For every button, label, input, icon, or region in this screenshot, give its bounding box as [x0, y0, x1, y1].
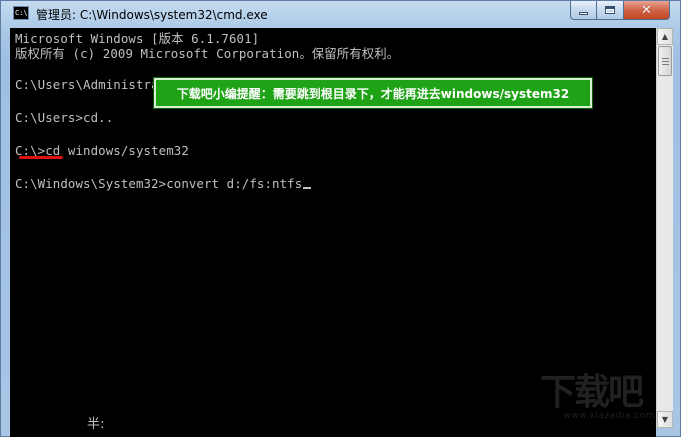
console-line: 版权所有 (c) 2009 Microsoft Corporation。保留所有… [15, 46, 400, 61]
window-title: 管理员: C:\Windows\system32\cmd.exe [36, 8, 268, 22]
tip-callout: 下载吧小编提醒：需要跳到根目录下，才能再进去windows/system32 [154, 78, 592, 108]
cmd-window: C:\ 管理员: C:\Windows\system32\cmd.exe ✕ M… [0, 0, 681, 437]
console-line: C:\Users>cd.. [15, 110, 114, 125]
maximize-icon [605, 6, 615, 14]
arrow-up-icon: ▲ [661, 32, 669, 41]
scroll-up-button[interactable]: ▲ [657, 28, 673, 45]
maximize-button[interactable] [597, 1, 624, 20]
grip-line [662, 64, 669, 65]
vertical-scrollbar[interactable]: ▲ ▼ [656, 28, 673, 428]
watermark: 下载吧 www.xiazaiba.com [540, 373, 655, 433]
scroll-thumb[interactable] [658, 46, 672, 76]
grip-line [662, 61, 669, 62]
callout-text: 下载吧小编提醒：需要跳到根目录下，才能再进去windows/system32 [176, 86, 570, 101]
text-cursor [303, 187, 312, 189]
minimize-button[interactable] [570, 1, 597, 20]
console-command: C:\Windows\System32>convert d:/fs:ntfs [15, 176, 303, 191]
close-button[interactable]: ✕ [624, 1, 670, 20]
cmd-icon[interactable]: C:\ [13, 6, 29, 20]
ime-status: 半: [87, 417, 105, 432]
console-prompt-line[interactable]: C:\Windows\System32>convert d:/fs:ntfs [15, 176, 312, 191]
red-underline-annotation [19, 156, 63, 159]
scroll-down-button[interactable]: ▼ [657, 411, 673, 428]
watermark-logo: 下载吧 [540, 372, 644, 413]
grip-line [662, 58, 669, 59]
arrow-down-icon: ▼ [661, 415, 669, 424]
minimize-icon [579, 11, 588, 15]
title-bar[interactable]: C:\ 管理员: C:\Windows\system32\cmd.exe ✕ [1, 1, 680, 28]
close-icon: ✕ [641, 2, 652, 18]
cmd-icon-text: C:\ [15, 9, 28, 17]
console-line: Microsoft Windows [版本 6.1.7601] [15, 31, 260, 46]
